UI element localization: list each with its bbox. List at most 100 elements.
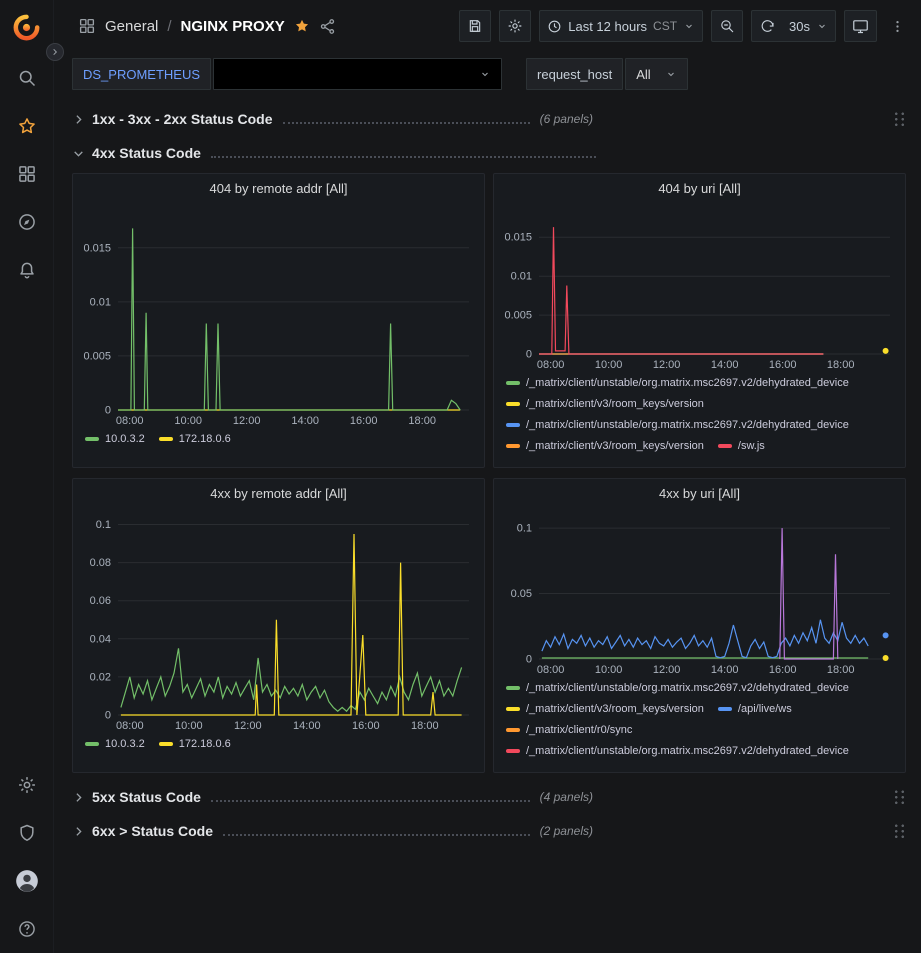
row-drag-handle[interactable] bbox=[893, 789, 906, 805]
svg-text:12:00: 12:00 bbox=[653, 664, 681, 676]
request-host-selected: All bbox=[636, 67, 650, 82]
grafana-logo[interactable] bbox=[13, 0, 40, 54]
breadcrumb-separator: / bbox=[167, 18, 171, 35]
legend-series-marker bbox=[506, 707, 520, 711]
panel-title[interactable]: 404 by uri [All] bbox=[494, 174, 905, 202]
legend-item[interactable]: 10.0.3.2 bbox=[85, 430, 145, 447]
timeseries-chart[interactable]: 00.020.040.060.080.108:0010:0012:0014:00… bbox=[76, 507, 481, 733]
row-drag-handle[interactable] bbox=[893, 111, 906, 127]
svg-text:0.015: 0.015 bbox=[83, 242, 111, 254]
legend-item[interactable]: /_matrix/client/v3/room_keys/version bbox=[506, 700, 704, 717]
sidebar-item-help[interactable] bbox=[0, 905, 54, 953]
sidebar-item-dashboards[interactable] bbox=[0, 150, 54, 198]
svg-text:08:00: 08:00 bbox=[116, 415, 144, 427]
refresh-button[interactable] bbox=[751, 10, 783, 42]
legend-series-marker bbox=[506, 728, 520, 732]
cycle-view-mode-button[interactable] bbox=[844, 10, 877, 42]
chevron-down-icon bbox=[665, 68, 677, 80]
svg-text:0: 0 bbox=[526, 654, 532, 666]
legend-item[interactable]: /_matrix/client/v3/room_keys/version bbox=[506, 437, 704, 454]
breadcrumb-section[interactable]: General bbox=[105, 18, 158, 35]
legend-series-marker bbox=[159, 437, 173, 441]
legend-item[interactable]: 172.18.0.6 bbox=[159, 430, 231, 447]
favorite-star-icon[interactable] bbox=[294, 18, 310, 34]
panel-404-by-remote-addr: 404 by remote addr [All] 00.0050.010.015… bbox=[72, 173, 485, 468]
panel-title[interactable]: 4xx by uri [All] bbox=[494, 479, 905, 507]
svg-text:16:00: 16:00 bbox=[352, 720, 380, 732]
sidebar-item-explore[interactable] bbox=[0, 198, 54, 246]
legend-series-marker bbox=[85, 742, 99, 746]
svg-text:12:00: 12:00 bbox=[234, 720, 262, 732]
legend-item[interactable]: /_matrix/client/unstable/org.matrix.msc2… bbox=[506, 416, 849, 433]
request-host-variable-value[interactable]: All bbox=[625, 58, 687, 90]
dotted-leader bbox=[211, 800, 530, 802]
row-4xx-status-code[interactable]: 4xx Status Code bbox=[72, 139, 906, 167]
timeseries-chart[interactable]: 00.0050.010.01508:0010:0012:0014:0016:00… bbox=[76, 202, 481, 428]
panel-legend: 10.0.3.2 172.18.0.6 bbox=[73, 428, 484, 453]
shield-icon bbox=[17, 823, 37, 843]
share-icon[interactable] bbox=[319, 18, 336, 35]
svg-text:0.005: 0.005 bbox=[504, 310, 532, 322]
svg-text:0: 0 bbox=[105, 710, 111, 722]
legend-series-marker bbox=[718, 707, 732, 711]
legend-series-marker bbox=[506, 444, 520, 448]
legend-item[interactable]: /sw.js bbox=[718, 437, 765, 454]
avatar bbox=[14, 868, 40, 894]
legend-series-marker bbox=[506, 402, 520, 406]
svg-text:0.02: 0.02 bbox=[90, 671, 111, 683]
dashboards-grid-icon bbox=[17, 164, 37, 184]
timeseries-chart[interactable]: 00.050.108:0010:0012:0014:0016:0018:00 bbox=[497, 507, 902, 677]
legend-item[interactable]: /_matrix/client/unstable/org.matrix.msc2… bbox=[506, 374, 849, 391]
row-drag-handle[interactable] bbox=[893, 823, 906, 839]
legend-item[interactable]: /_matrix/client/r0/sync bbox=[506, 721, 632, 738]
sidebar bbox=[0, 0, 54, 953]
legend-item[interactable]: /_matrix/client/unstable/org.matrix.msc2… bbox=[506, 679, 849, 696]
legend-item[interactable]: /api/live/ws bbox=[718, 700, 792, 717]
save-icon bbox=[467, 18, 483, 34]
more-options-button[interactable] bbox=[885, 10, 909, 42]
panel-title[interactable]: 4xx by remote addr [All] bbox=[73, 479, 484, 507]
svg-text:12:00: 12:00 bbox=[653, 359, 681, 371]
sidebar-item-server-admin[interactable] bbox=[0, 809, 54, 857]
sidebar-expand-button[interactable] bbox=[46, 43, 64, 61]
row-5xx-status-code[interactable]: 5xx Status Code (4 panels) bbox=[72, 783, 906, 811]
bell-icon bbox=[17, 260, 37, 280]
compass-icon bbox=[17, 212, 37, 232]
sidebar-item-configuration[interactable] bbox=[0, 761, 54, 809]
legend-item[interactable]: /_matrix/client/v3/room_keys/version bbox=[506, 395, 704, 412]
apps-grid-icon bbox=[78, 17, 96, 35]
legend-item[interactable]: 172.18.0.6 bbox=[159, 735, 231, 752]
legend-series-marker bbox=[506, 749, 520, 753]
legend-series-label: /_matrix/client/v3/room_keys/version bbox=[526, 440, 704, 452]
timeseries-chart[interactable]: 00.0050.010.01508:0010:0012:0014:0016:00… bbox=[497, 202, 902, 372]
datasource-variable-value[interactable] bbox=[213, 58, 502, 90]
datasource-variable-label[interactable]: DS_PROMETHEUS bbox=[72, 58, 211, 90]
sidebar-item-search[interactable] bbox=[0, 54, 54, 102]
panel-title[interactable]: 404 by remote addr [All] bbox=[73, 174, 484, 202]
legend-series-marker bbox=[506, 686, 520, 690]
legend-series-marker bbox=[85, 437, 99, 441]
row-panel-count: (2 panels) bbox=[540, 824, 593, 838]
dashboard-settings-button[interactable] bbox=[499, 10, 531, 42]
panel-legend: /_matrix/client/unstable/org.matrix.msc2… bbox=[494, 677, 905, 759]
time-range-picker[interactable]: Last 12 hours CST bbox=[539, 10, 703, 42]
svg-text:14:00: 14:00 bbox=[293, 720, 321, 732]
zoom-out-time-button[interactable] bbox=[711, 10, 743, 42]
sidebar-item-starred[interactable] bbox=[0, 102, 54, 150]
dashboard-title[interactable]: NGINX PROXY bbox=[181, 18, 285, 35]
svg-text:12:00: 12:00 bbox=[233, 415, 261, 427]
monitor-icon bbox=[852, 18, 869, 35]
svg-text:16:00: 16:00 bbox=[350, 415, 378, 427]
row-1xx-3xx-2xx-status-code[interactable]: 1xx - 3xx - 2xx Status Code (6 panels) bbox=[72, 105, 906, 133]
navbar: General / NGINX PROXY bbox=[54, 0, 921, 52]
legend-series-label: /_matrix/client/unstable/org.matrix.msc2… bbox=[526, 682, 849, 694]
row-6xx-status-code[interactable]: 6xx > Status Code (2 panels) bbox=[72, 817, 906, 845]
panel-4xx-by-remote-addr: 4xx by remote addr [All] 00.020.040.060.… bbox=[72, 478, 485, 773]
refresh-interval-picker[interactable]: 30s bbox=[782, 10, 836, 42]
sidebar-item-profile[interactable] bbox=[0, 857, 54, 905]
legend-item[interactable]: /_matrix/client/unstable/org.matrix.msc2… bbox=[506, 742, 849, 759]
sidebar-item-alerting[interactable] bbox=[0, 246, 54, 294]
save-dashboard-button[interactable] bbox=[459, 10, 491, 42]
request-host-variable: request_host All bbox=[526, 58, 688, 90]
legend-item[interactable]: 10.0.3.2 bbox=[85, 735, 145, 752]
